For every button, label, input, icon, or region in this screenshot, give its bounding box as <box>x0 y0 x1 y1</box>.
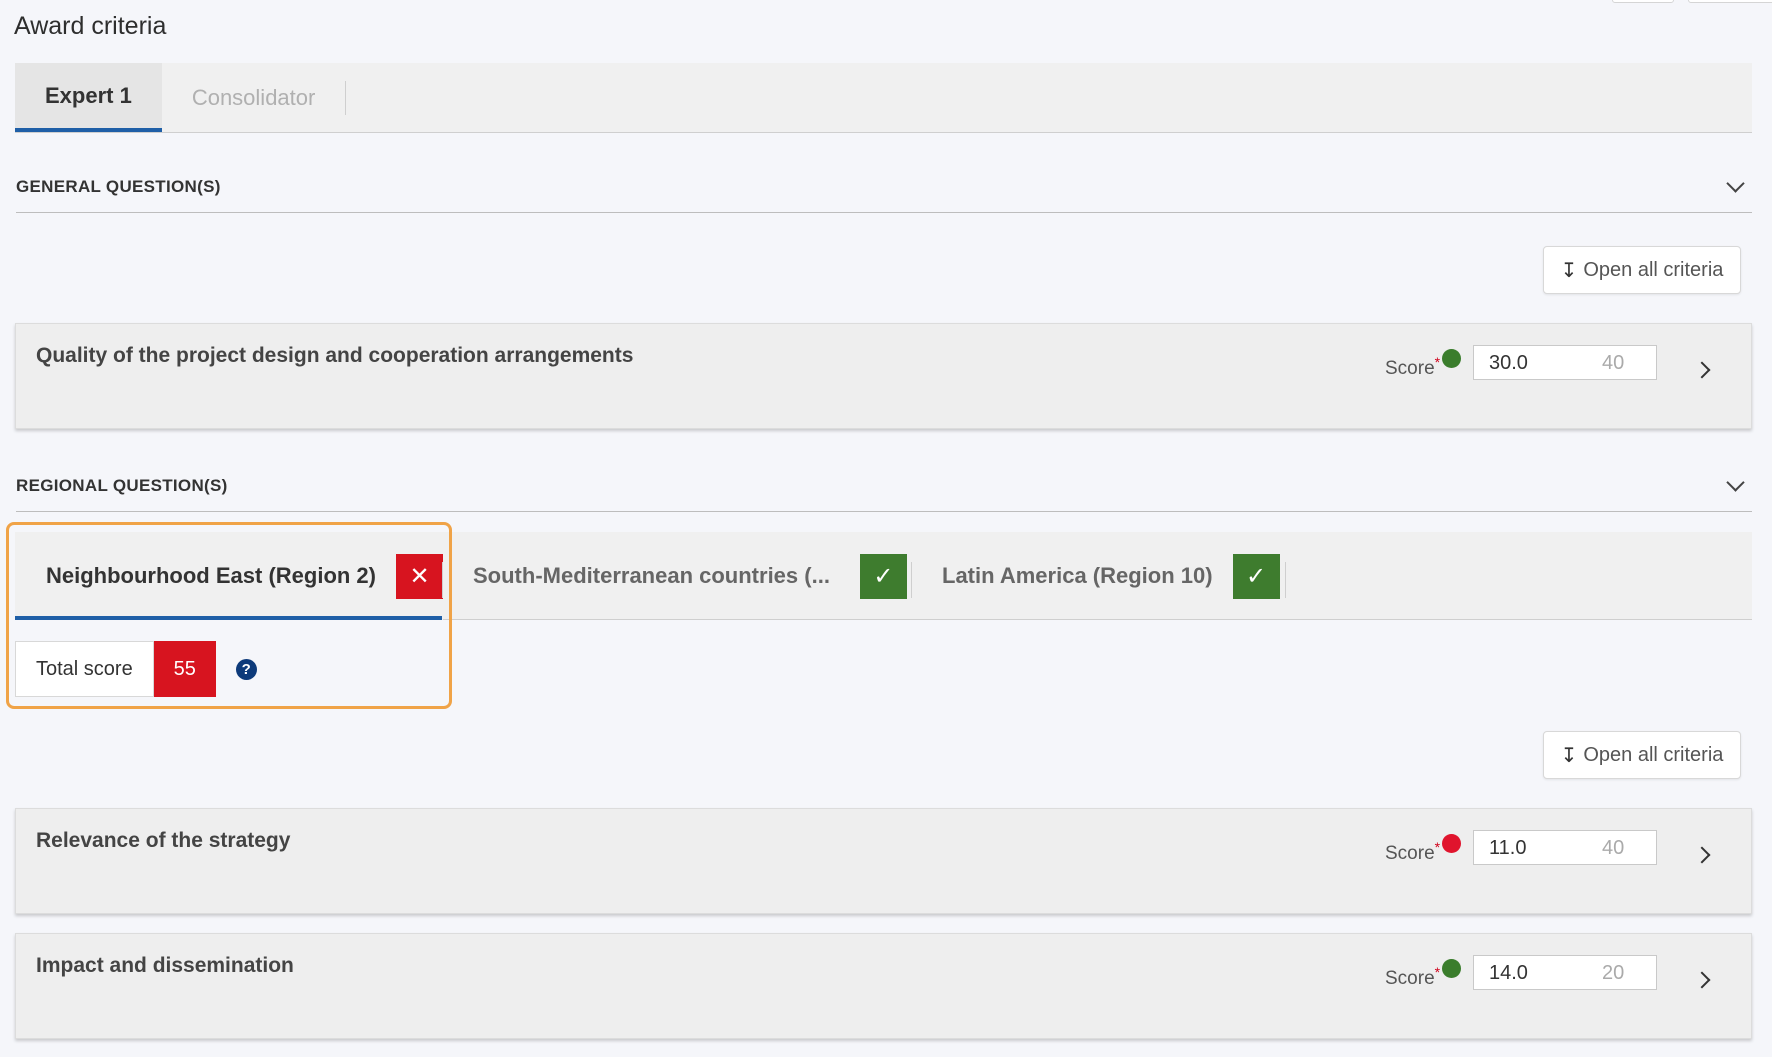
regional-questions-header[interactable]: REGIONAL QUESTION(S) <box>16 460 1752 512</box>
criterion-row[interactable]: Quality of the project design and cooper… <box>15 323 1752 429</box>
tab-region-south-mediterranean[interactable]: South-Mediterranean countries (... ✓ <box>473 532 907 620</box>
score-max: 20 <box>1585 955 1657 990</box>
active-tab-indicator <box>15 616 442 620</box>
total-score: Total score 55 ? <box>15 641 257 697</box>
total-score-label: Total score <box>15 641 154 697</box>
score-label: Score* <box>1385 964 1441 989</box>
region-tab-label: Latin America (Region 10) <box>942 563 1213 588</box>
score-max: 40 <box>1585 830 1657 865</box>
expert-tabbar: Expert 1 Consolidator <box>15 63 1752 133</box>
status-dot-green <box>1442 349 1461 368</box>
page-title: Award criteria <box>14 12 167 40</box>
general-questions-header[interactable]: GENERAL QUESTION(S) <box>16 161 1752 213</box>
top-control-stub <box>1612 0 1674 3</box>
tab-separator <box>1285 562 1286 598</box>
chevron-right-icon[interactable] <box>1693 361 1711 379</box>
tab-separator <box>911 562 912 598</box>
regional-tabbar: Neighbourhood East (Region 2) ✕ South-Me… <box>15 532 1752 620</box>
status-valid-icon: ✓ <box>859 553 907 599</box>
section-title: GENERAL QUESTION(S) <box>16 176 221 196</box>
tab-separator <box>442 562 443 598</box>
tab-label: Consolidator <box>191 84 316 110</box>
criterion-title: Quality of the project design and cooper… <box>36 344 634 367</box>
status-invalid-icon: ✕ <box>396 553 443 599</box>
section-title: REGIONAL QUESTION(S) <box>16 475 228 495</box>
tab-region-neighbourhood-east[interactable]: Neighbourhood East (Region 2) ✕ <box>46 532 443 620</box>
top-control-stub <box>1688 0 1772 3</box>
tab-consolidator[interactable]: Consolidator <box>162 63 346 132</box>
tab-separator <box>345 80 347 115</box>
open-all-label: Open all criteria <box>1583 258 1724 281</box>
open-all-criteria-button[interactable]: ↧ Open all criteria <box>1543 731 1741 779</box>
criterion-row[interactable]: Relevance of the strategy Score* 11.0 40 <box>15 808 1752 914</box>
score-label: Score* <box>1385 354 1441 379</box>
open-all-label: Open all criteria <box>1583 743 1724 766</box>
arrow-down-icon: ↧ <box>1560 259 1578 282</box>
question-circle-icon[interactable]: ? <box>235 658 257 680</box>
criterion-row[interactable]: Impact and dissemination Score* 14.0 20 <box>15 933 1752 1039</box>
chevron-right-icon[interactable] <box>1693 971 1711 989</box>
criterion-title: Relevance of the strategy <box>36 829 291 852</box>
status-dot-green <box>1442 959 1461 978</box>
score-input[interactable]: 30.0 <box>1473 345 1586 380</box>
status-dot-red <box>1442 834 1461 853</box>
open-all-criteria-button[interactable]: ↧ Open all criteria <box>1543 246 1741 294</box>
score-input[interactable]: 11.0 <box>1473 830 1586 865</box>
tab-expert-1[interactable]: Expert 1 <box>15 63 162 132</box>
region-tab-label: South-Mediterranean countries (... <box>473 563 830 588</box>
chevron-down-icon[interactable] <box>1726 174 1745 193</box>
score-max: 40 <box>1585 345 1657 380</box>
total-score-badge: 55 <box>153 641 216 697</box>
tab-region-latin-america[interactable]: Latin America (Region 10) ✓ <box>942 532 1280 620</box>
chevron-down-icon[interactable] <box>1726 473 1745 492</box>
arrow-down-icon: ↧ <box>1560 744 1578 767</box>
score-label: Score* <box>1385 839 1441 864</box>
tab-label: Expert 1 <box>45 82 132 108</box>
chevron-right-icon[interactable] <box>1693 846 1711 864</box>
status-valid-icon: ✓ <box>1232 553 1280 599</box>
region-tab-label: Neighbourhood East (Region 2) <box>46 563 376 588</box>
score-input[interactable]: 14.0 <box>1473 955 1586 990</box>
criterion-title: Impact and dissemination <box>36 954 294 977</box>
